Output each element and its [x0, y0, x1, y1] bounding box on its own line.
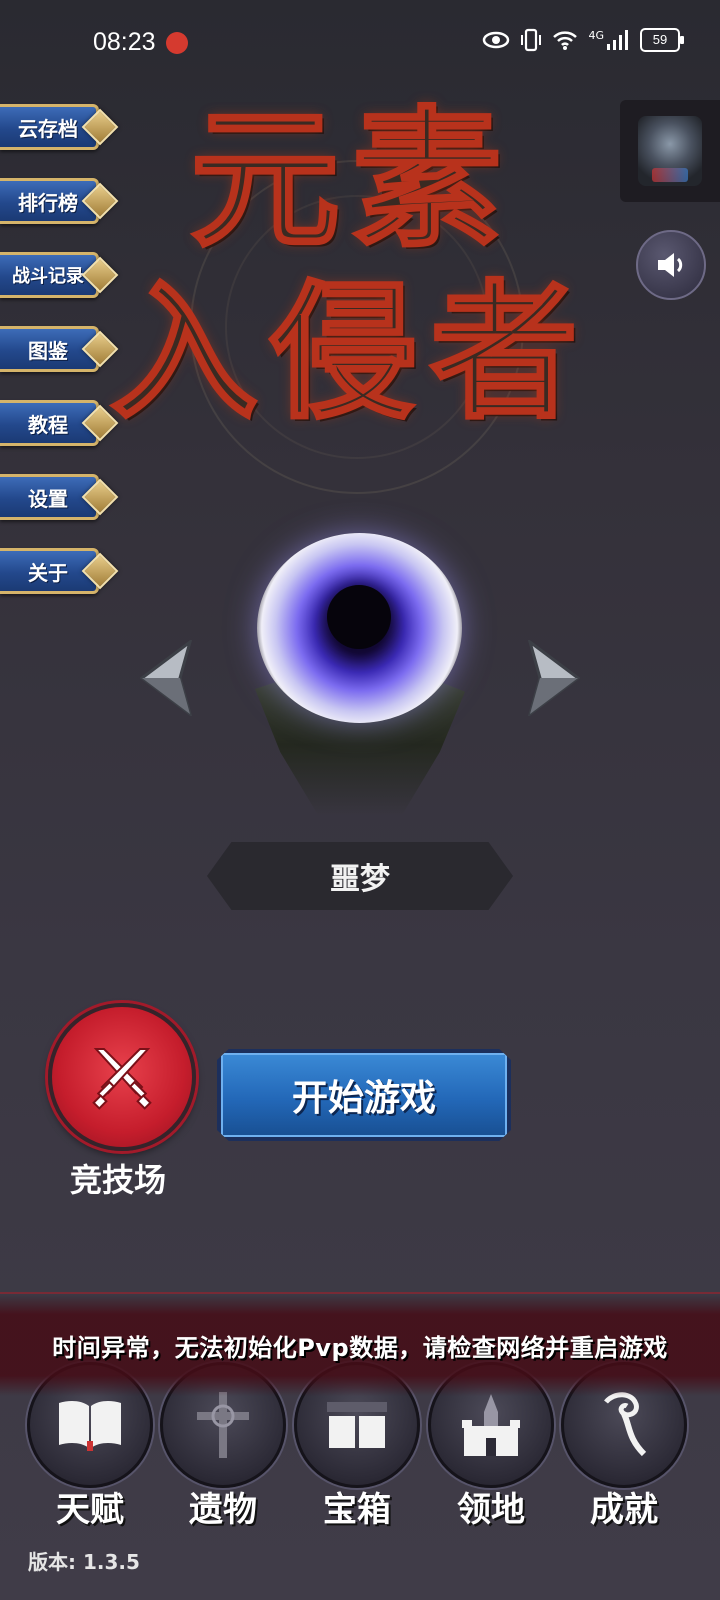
menu-battle-log-button[interactable]: 战斗记录: [0, 252, 119, 298]
speaker-icon: [658, 253, 683, 277]
arena-label: 竞技场: [69, 1161, 166, 1199]
chest-icon: [327, 1402, 387, 1448]
nav-label: 成就: [590, 1490, 658, 1530]
achievement-icon: [604, 1392, 647, 1457]
cross-relic-icon: [197, 1392, 249, 1458]
portal-core: [327, 585, 391, 649]
nav-label: 天赋: [56, 1490, 124, 1530]
menu-settings-button[interactable]: 设置: [0, 474, 119, 520]
menu-leaderboard-button[interactable]: 排行榜: [0, 178, 119, 224]
crossed-swords-icon: [92, 1048, 152, 1110]
castle-icon: [462, 1394, 520, 1456]
clock: 08:23: [93, 28, 156, 56]
avatar: [638, 116, 702, 186]
sound-toggle-button[interactable]: [636, 230, 706, 300]
nav-label: 领地: [457, 1490, 525, 1530]
signal-icon: [607, 30, 628, 50]
stage-portal-image[interactable]: [245, 515, 475, 815]
menu-about-button[interactable]: 关于: [0, 548, 119, 594]
network-type: 4G: [588, 28, 604, 42]
version-label: 版本: 1.3.5: [28, 1550, 140, 1574]
stage-name-label: 噩梦: [207, 842, 513, 910]
previous-stage-arrow-icon[interactable]: [140, 640, 192, 716]
start-game-button[interactable]: 开始游戏: [217, 1049, 511, 1141]
title-line-2: 入侵者: [109, 264, 590, 441]
battery-icon: 59: [640, 28, 684, 52]
nav-label: 宝箱: [323, 1490, 391, 1530]
player-avatar-button[interactable]: [620, 100, 720, 202]
vibrate-icon: [521, 28, 542, 52]
error-toast: 时间异常，无法初始化Pvp数据，请检查网络并重启游戏: [0, 1292, 720, 1396]
status-bar: 08:23 4G 59: [0, 0, 720, 88]
game-title: 元素 入侵者: [109, 92, 610, 455]
next-stage-arrow-icon[interactable]: [528, 640, 580, 716]
menu-cloud-save-button[interactable]: 云存档: [0, 104, 119, 150]
arena-button[interactable]: [48, 1003, 196, 1151]
menu-codex-button[interactable]: 图鉴: [0, 326, 119, 372]
nav-label: 遗物: [189, 1490, 257, 1530]
wifi-icon: [553, 31, 578, 50]
menu-tutorial-button[interactable]: 教程: [0, 400, 119, 446]
book-icon: [59, 1401, 121, 1451]
notification-icon: [166, 32, 188, 54]
status-icons: 4G 59: [482, 28, 684, 52]
error-toast-message: 时间异常，无法初始化Pvp数据，请检查网络并重启游戏: [52, 1333, 668, 1362]
eye-icon: [483, 31, 510, 49]
title-line-1: 元素: [188, 92, 515, 268]
